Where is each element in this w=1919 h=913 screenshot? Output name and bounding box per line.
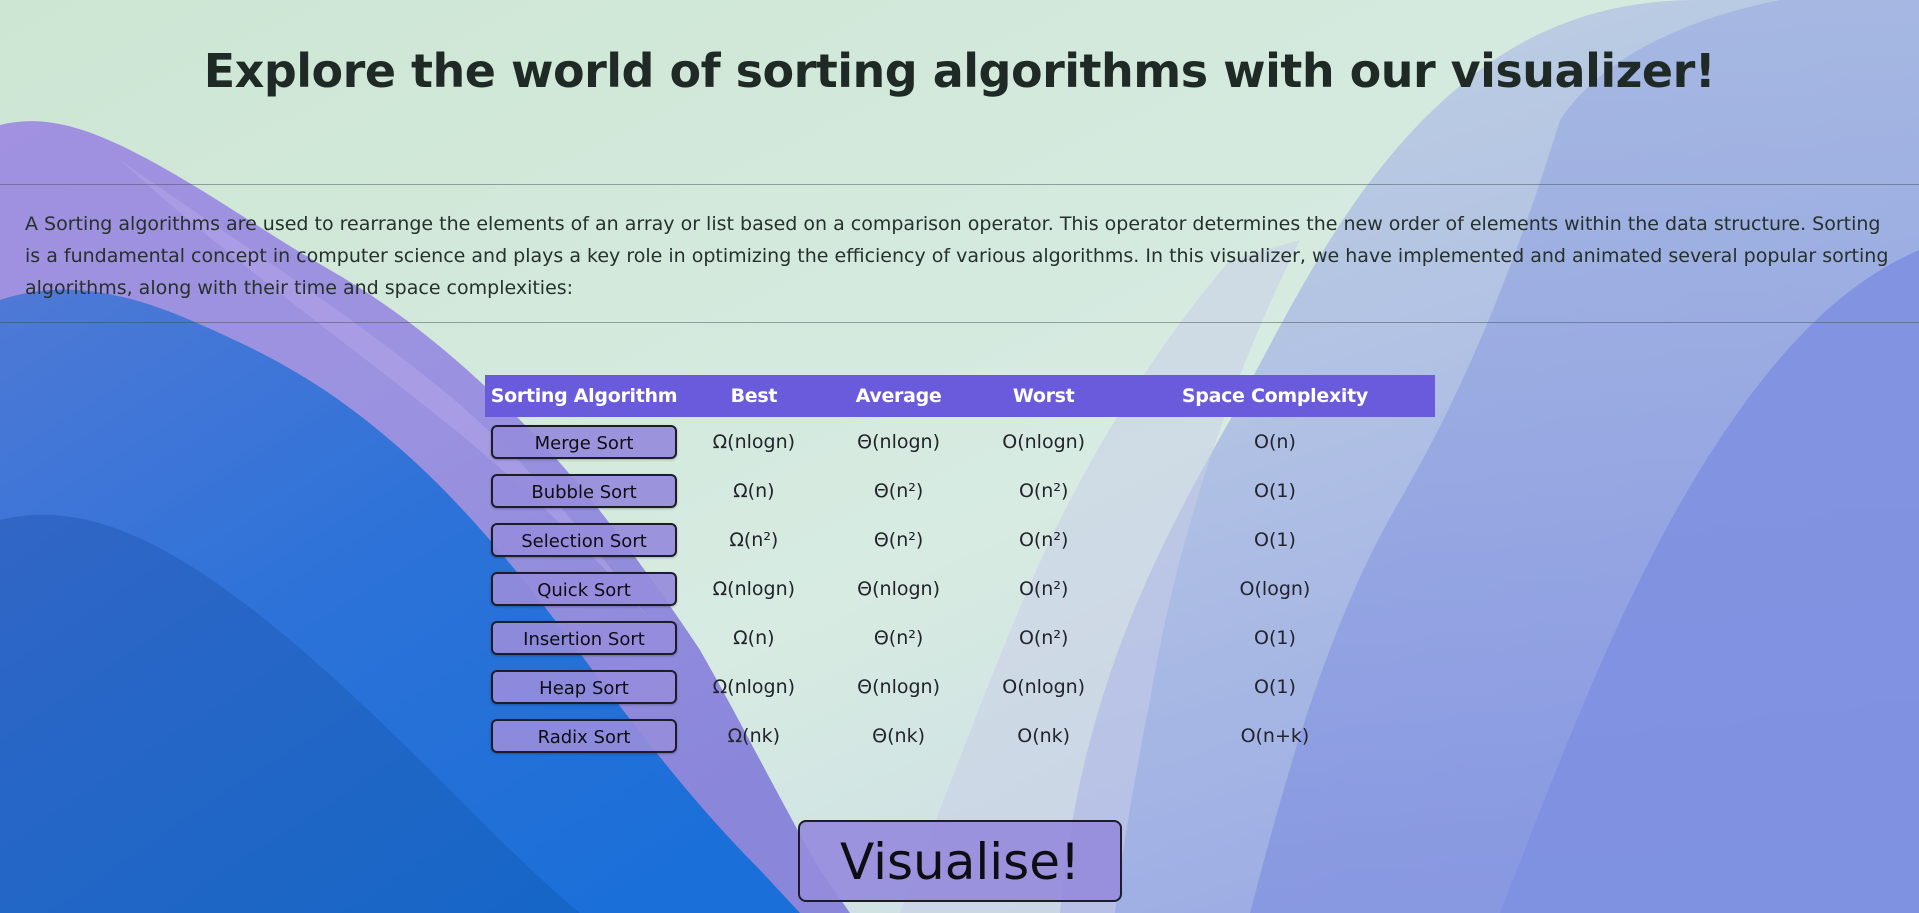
bubble-sort-button[interactable]: Bubble Sort (491, 473, 677, 508)
average-cell: Θ(nlogn) (857, 577, 940, 600)
intro-paragraph: A Sorting algorithms are used to rearran… (25, 213, 1889, 299)
main-content: Explore the world of sorting algorithms … (0, 0, 1919, 913)
quick-sort-button[interactable]: Quick Sort (491, 571, 677, 606)
average-cell: Θ(nlogn) (857, 675, 940, 698)
complexity-table: Sorting Algorithm Best Average Worst Spa… (485, 375, 1435, 760)
algorithm-cell: Selection Sort (485, 515, 683, 564)
algorithm-cell: Heap Sort (485, 662, 683, 711)
worst-cell: O(nk) (1017, 724, 1071, 747)
best-cell: Ω(n) (733, 626, 775, 649)
visualise-button[interactable]: Visualise! (798, 820, 1122, 902)
space-cell: O(1) (1254, 675, 1296, 698)
worst-cell: O(n²) (1018, 528, 1069, 551)
worst-cell: O(nlogn) (1002, 430, 1086, 453)
header-best: Best (683, 375, 825, 417)
table-row: Merge Sort Ω(nlogn) Θ(nlogn) O(nlogn) O(… (485, 417, 1435, 466)
best-cell: Ω(nlogn) (712, 577, 796, 600)
page-title: Explore the world of sorting algorithms … (203, 44, 1716, 98)
algorithm-cell: Radix Sort (485, 711, 683, 760)
best-cell: Ω(nlogn) (712, 675, 796, 698)
worst-cell: O(n²) (1018, 577, 1069, 600)
heap-sort-button[interactable]: Heap Sort (491, 669, 677, 704)
table-row: Selection Sort Ω(n²) Θ(n²) O(n²) O(1) (485, 515, 1435, 564)
best-cell: Ω(nlogn) (712, 430, 796, 453)
space-cell: O(1) (1254, 626, 1296, 649)
worst-cell: O(n²) (1018, 626, 1069, 649)
table-header-row: Sorting Algorithm Best Average Worst Spa… (485, 375, 1435, 417)
header-space-complexity: Space Complexity (1114, 375, 1435, 417)
table-row: Heap Sort Ω(nlogn) Θ(nlogn) O(nlogn) O(1… (485, 662, 1435, 711)
worst-cell: O(nlogn) (1002, 675, 1086, 698)
best-cell: Ω(nk) (727, 724, 781, 747)
header-worst: Worst (972, 375, 1115, 417)
header-sorting-algorithm: Sorting Algorithm (485, 375, 683, 417)
radix-sort-button[interactable]: Radix Sort (491, 718, 677, 753)
average-cell: Θ(n²) (873, 626, 924, 649)
algorithm-cell: Insertion Sort (485, 613, 683, 662)
space-cell: O(logn) (1239, 577, 1311, 600)
header-average: Average (824, 375, 973, 417)
divider-top (0, 184, 1919, 185)
average-cell: Θ(n²) (873, 479, 924, 502)
space-cell: O(n+k) (1240, 724, 1310, 747)
average-cell: Θ(n²) (873, 528, 924, 551)
algorithm-cell: Quick Sort (485, 564, 683, 613)
table-row: Radix Sort Ω(nk) Θ(nk) O(nk) O(n+k) (485, 711, 1435, 760)
algorithm-cell: Bubble Sort (485, 466, 683, 515)
space-cell: O(n) (1254, 430, 1296, 453)
selection-sort-button[interactable]: Selection Sort (491, 522, 677, 557)
space-cell: O(1) (1254, 479, 1296, 502)
space-cell: O(1) (1254, 528, 1296, 551)
best-cell: Ω(n²) (729, 528, 779, 551)
divider-bottom (0, 322, 1919, 323)
table-row: Insertion Sort Ω(n) Θ(n²) O(n²) O(1) (485, 613, 1435, 662)
algorithm-cell: Merge Sort (485, 417, 683, 466)
insertion-sort-button[interactable]: Insertion Sort (491, 620, 677, 655)
average-cell: Θ(nk) (872, 724, 925, 747)
merge-sort-button[interactable]: Merge Sort (491, 424, 677, 459)
table-row: Bubble Sort Ω(n) Θ(n²) O(n²) O(1) (485, 466, 1435, 515)
best-cell: Ω(n) (733, 479, 775, 502)
table-row: Quick Sort Ω(nlogn) Θ(nlogn) O(n²) O(log… (485, 564, 1435, 613)
worst-cell: O(n²) (1018, 479, 1069, 502)
average-cell: Θ(nlogn) (857, 430, 940, 453)
